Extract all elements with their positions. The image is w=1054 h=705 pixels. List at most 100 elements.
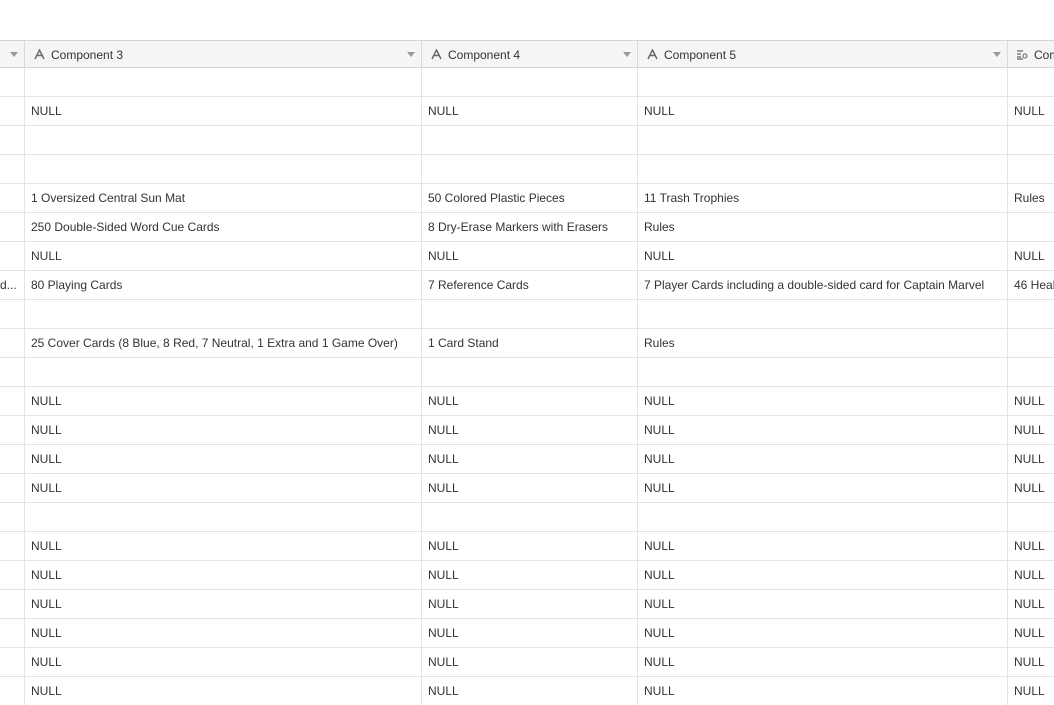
table-cell[interactable]: 50 Colored Plastic Pieces (422, 184, 638, 212)
table-cell[interactable]: 11 Trash Trophies (638, 184, 1008, 212)
table-cell[interactable] (25, 300, 422, 328)
table-cell[interactable] (0, 358, 25, 386)
table-cell[interactable]: NULL (25, 416, 422, 444)
table-cell[interactable] (0, 68, 25, 96)
table-cell[interactable]: NULL (25, 648, 422, 676)
table-cell[interactable]: 8 Dry-Erase Markers with Erasers (422, 213, 638, 241)
table-row[interactable]: d... 80 Playing Cards 7 Reference Cards 7 P… (0, 271, 1054, 300)
table-cell[interactable]: 250 Double-Sided Word Cue Cards (25, 213, 422, 241)
table-cell[interactable] (0, 619, 25, 647)
table-cell[interactable] (0, 416, 25, 444)
table-cell[interactable]: NULL (25, 387, 422, 415)
table-cell[interactable]: NULL (1008, 677, 1054, 705)
column-header-component-4[interactable]: Component 4 (422, 41, 638, 68)
table-cell[interactable] (0, 474, 25, 502)
table-cell[interactable]: NULL (25, 242, 422, 270)
table-cell[interactable]: NULL (422, 474, 638, 502)
table-cell[interactable]: NULL (25, 97, 422, 125)
table-cell[interactable]: NULL (1008, 619, 1054, 647)
table-cell[interactable] (422, 126, 638, 154)
table-row[interactable]: NULL NULL NULL NULL (0, 416, 1054, 445)
table-cell[interactable] (0, 387, 25, 415)
table-cell[interactable] (25, 155, 422, 183)
table-cell[interactable] (0, 213, 25, 241)
table-row[interactable] (0, 126, 1054, 155)
table-cell[interactable]: NULL (1008, 648, 1054, 676)
table-cell[interactable]: 80 Playing Cards (25, 271, 422, 299)
table-cell[interactable]: NULL (638, 532, 1008, 560)
table-cell[interactable]: NULL (638, 590, 1008, 618)
table-row[interactable] (0, 358, 1054, 387)
table-cell[interactable] (25, 126, 422, 154)
table-row[interactable]: NULL NULL NULL NULL (0, 590, 1054, 619)
table-row[interactable]: NULL NULL NULL NULL (0, 532, 1054, 561)
table-cell[interactable]: NULL (638, 619, 1008, 647)
table-cell[interactable]: Rules (638, 329, 1008, 357)
table-cell[interactable]: 1 Card Stand (422, 329, 638, 357)
table-row[interactable] (0, 300, 1054, 329)
table-cell[interactable] (422, 68, 638, 96)
table-row[interactable]: NULL NULL NULL NULL (0, 561, 1054, 590)
table-cell[interactable]: NULL (1008, 242, 1054, 270)
table-cell[interactable]: NULL (638, 677, 1008, 705)
chevron-down-icon[interactable] (407, 52, 415, 57)
table-cell[interactable]: Rules (1008, 184, 1054, 212)
table-cell[interactable]: NULL (1008, 445, 1054, 473)
table-cell[interactable] (1008, 126, 1054, 154)
table-cell[interactable] (638, 503, 1008, 531)
table-cell[interactable]: 7 Player Cards including a double-sided … (638, 271, 1008, 299)
chevron-down-icon[interactable] (993, 52, 1001, 57)
table-cell[interactable]: NULL (422, 387, 638, 415)
table-row[interactable]: NULL NULL NULL NULL (0, 445, 1054, 474)
table-cell[interactable] (1008, 213, 1054, 241)
table-cell[interactable]: NULL (422, 677, 638, 705)
table-cell[interactable]: NULL (422, 445, 638, 473)
chevron-down-icon[interactable] (623, 52, 631, 57)
table-row[interactable]: NULL NULL NULL NULL (0, 648, 1054, 677)
table-cell[interactable] (0, 184, 25, 212)
table-row[interactable] (0, 503, 1054, 532)
table-cell[interactable]: 25 Cover Cards (8 Blue, 8 Red, 7 Neutral… (25, 329, 422, 357)
table-cell[interactable]: NULL (422, 590, 638, 618)
table-cell[interactable]: 46 Heal (1008, 271, 1054, 299)
table-cell[interactable] (0, 445, 25, 473)
table-cell[interactable] (0, 155, 25, 183)
table-cell[interactable] (1008, 329, 1054, 357)
table-cell[interactable]: NULL (422, 619, 638, 647)
table-cell[interactable] (0, 561, 25, 589)
table-cell[interactable]: NULL (1008, 561, 1054, 589)
table-cell[interactable] (0, 97, 25, 125)
table-cell[interactable] (25, 68, 422, 96)
table-cell[interactable]: NULL (422, 561, 638, 589)
table-cell[interactable] (638, 155, 1008, 183)
table-row[interactable]: NULL NULL NULL NULL (0, 97, 1054, 126)
table-cell[interactable] (638, 358, 1008, 386)
table-cell[interactable]: NULL (25, 619, 422, 647)
table-cell[interactable] (1008, 68, 1054, 96)
table-cell[interactable] (422, 155, 638, 183)
table-cell[interactable]: NULL (422, 532, 638, 560)
table-row[interactable] (0, 155, 1054, 184)
table-cell[interactable] (422, 358, 638, 386)
table-cell[interactable]: NULL (25, 474, 422, 502)
table-cell[interactable]: NULL (25, 590, 422, 618)
table-row[interactable]: 1 Oversized Central Sun Mat 50 Colored Pl… (0, 184, 1054, 213)
table-cell[interactable]: NULL (638, 242, 1008, 270)
table-cell[interactable] (1008, 503, 1054, 531)
table-cell[interactable]: NULL (1008, 474, 1054, 502)
table-cell[interactable]: NULL (25, 561, 422, 589)
table-cell[interactable]: 7 Reference Cards (422, 271, 638, 299)
table-row[interactable]: 250 Double-Sided Word Cue Cards 8 Dry-Era… (0, 213, 1054, 242)
table-row[interactable]: NULL NULL NULL NULL (0, 387, 1054, 416)
table-cell[interactable] (1008, 358, 1054, 386)
table-cell[interactable] (0, 126, 25, 154)
table-cell[interactable]: NULL (422, 97, 638, 125)
table-cell[interactable] (25, 503, 422, 531)
table-cell[interactable]: NULL (638, 561, 1008, 589)
table-cell[interactable]: NULL (422, 242, 638, 270)
table-cell[interactable]: NULL (638, 387, 1008, 415)
table-cell[interactable]: NULL (1008, 590, 1054, 618)
table-cell[interactable]: NULL (25, 445, 422, 473)
table-cell[interactable]: Rules (638, 213, 1008, 241)
table-cell[interactable]: NULL (25, 532, 422, 560)
